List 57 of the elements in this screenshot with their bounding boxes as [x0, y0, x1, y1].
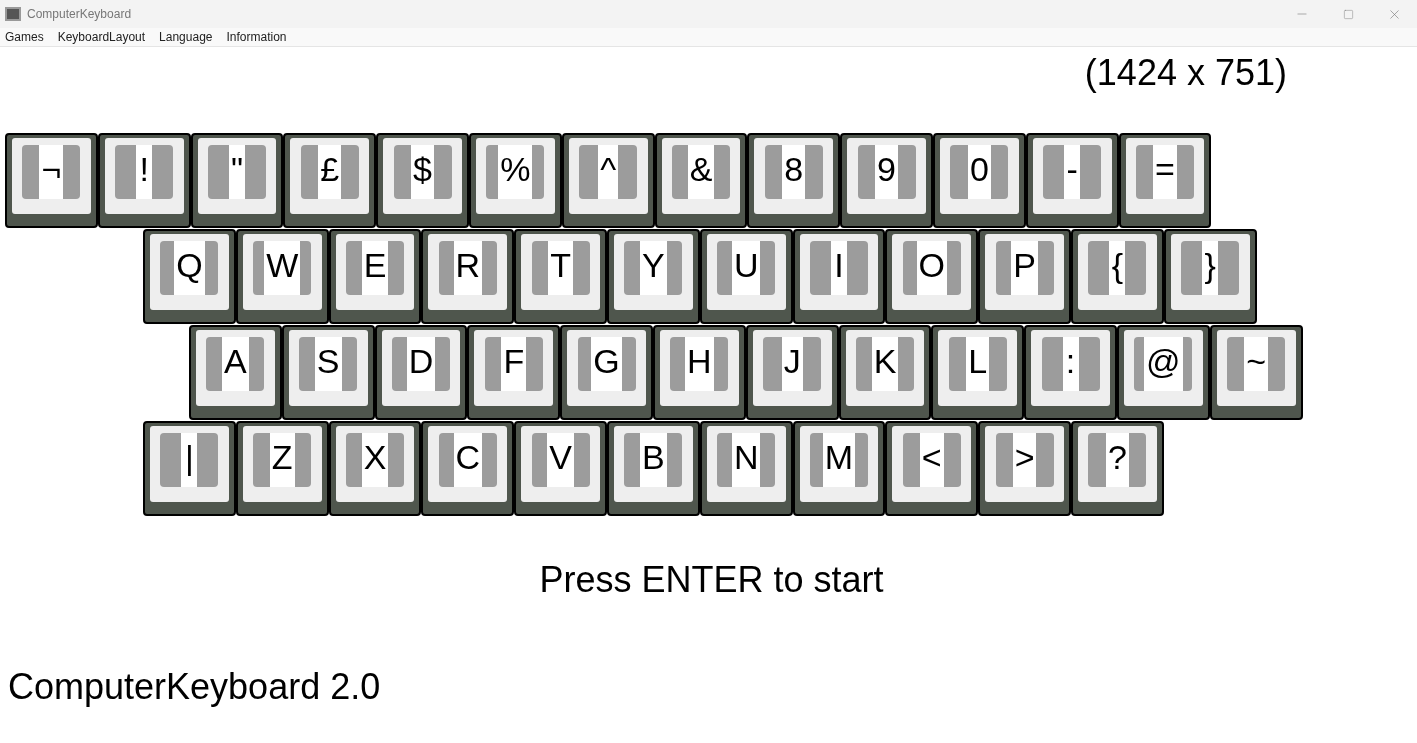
- keyboard-key[interactable]: $: [376, 133, 469, 228]
- keyboard-key[interactable]: £: [283, 133, 377, 228]
- keyboard-key[interactable]: 8: [747, 133, 841, 228]
- keyboard-key[interactable]: ?: [1070, 421, 1164, 516]
- keyboard-key[interactable]: V: [514, 421, 607, 516]
- keyboard-key[interactable]: A: [189, 325, 282, 420]
- start-prompt: Press ENTER to start: [539, 558, 884, 602]
- keyboard-key[interactable]: J: [745, 325, 839, 420]
- window-size-text: (1424 x 751): [1084, 51, 1287, 95]
- app-icon: [5, 7, 21, 21]
- menu-item[interactable]: Language: [159, 28, 213, 46]
- keyboard-key[interactable]: @: [1116, 325, 1210, 420]
- keyboard-key[interactable]: X: [328, 421, 422, 516]
- keyboard-key[interactable]: ^: [561, 133, 655, 228]
- keyboard-key[interactable]: Z: [235, 421, 329, 516]
- version-text: ComputerKeyboard 2.0: [8, 666, 381, 707]
- keyboard-key[interactable]: Q: [143, 229, 236, 324]
- keyboard-key[interactable]: 0: [932, 133, 1026, 228]
- keyboard-key[interactable]: &: [654, 133, 748, 228]
- keyboard-key[interactable]: N: [699, 421, 793, 516]
- keyboard-key[interactable]: P: [978, 229, 1071, 324]
- keyboard-key[interactable]: 9: [840, 133, 933, 228]
- keyboard-key[interactable]: >: [978, 421, 1071, 516]
- keyboard-key[interactable]: H: [653, 325, 746, 420]
- keyboard-key[interactable]: Y: [607, 229, 700, 324]
- keyboard-key[interactable]: :: [1024, 325, 1117, 420]
- keyboard-key[interactable]: O: [885, 229, 979, 324]
- keyboard-key[interactable]: D: [374, 325, 468, 420]
- keyboard-key[interactable]: {: [1070, 229, 1164, 324]
- keyboard-key[interactable]: E: [328, 229, 422, 324]
- menu-item[interactable]: Information: [226, 28, 287, 46]
- keyboard-key[interactable]: ~: [1209, 325, 1303, 420]
- keyboard-key[interactable]: T: [514, 229, 607, 324]
- keyboard-key[interactable]: }: [1163, 229, 1257, 324]
- keyboard-key[interactable]: G: [560, 325, 653, 420]
- keyboard-key[interactable]: %: [469, 133, 562, 228]
- keyboard-key[interactable]: -: [1025, 133, 1119, 228]
- keyboard-key[interactable]: U: [699, 229, 793, 324]
- keyboard-key[interactable]: I: [792, 229, 886, 324]
- keyboard-key[interactable]: W: [235, 229, 329, 324]
- keyboard-key[interactable]: L: [931, 325, 1025, 420]
- keyboard-key[interactable]: B: [607, 421, 700, 516]
- keyboard-key[interactable]: R: [421, 229, 515, 324]
- keyboard-key[interactable]: M: [792, 421, 886, 516]
- menu-item[interactable]: Games: [5, 28, 44, 46]
- keyboard-key[interactable]: =: [1118, 133, 1212, 228]
- keyboard-key[interactable]: S: [281, 325, 375, 420]
- keyboard-key[interactable]: !: [97, 133, 191, 228]
- keyboard-key[interactable]: <: [885, 421, 979, 516]
- keyboard-key[interactable]: K: [838, 325, 932, 420]
- keyboard-key[interactable]: |: [143, 421, 236, 516]
- keyboard-key[interactable]: C: [421, 421, 515, 516]
- keyboard-key[interactable]: ": [190, 133, 284, 228]
- menu-item[interactable]: KeyboardLayout: [57, 28, 146, 46]
- keyboard-key[interactable]: F: [467, 325, 561, 420]
- keyboard-key[interactable]: ¬: [5, 133, 98, 228]
- window-title: ComputerKeyboard: [27, 6, 132, 23]
